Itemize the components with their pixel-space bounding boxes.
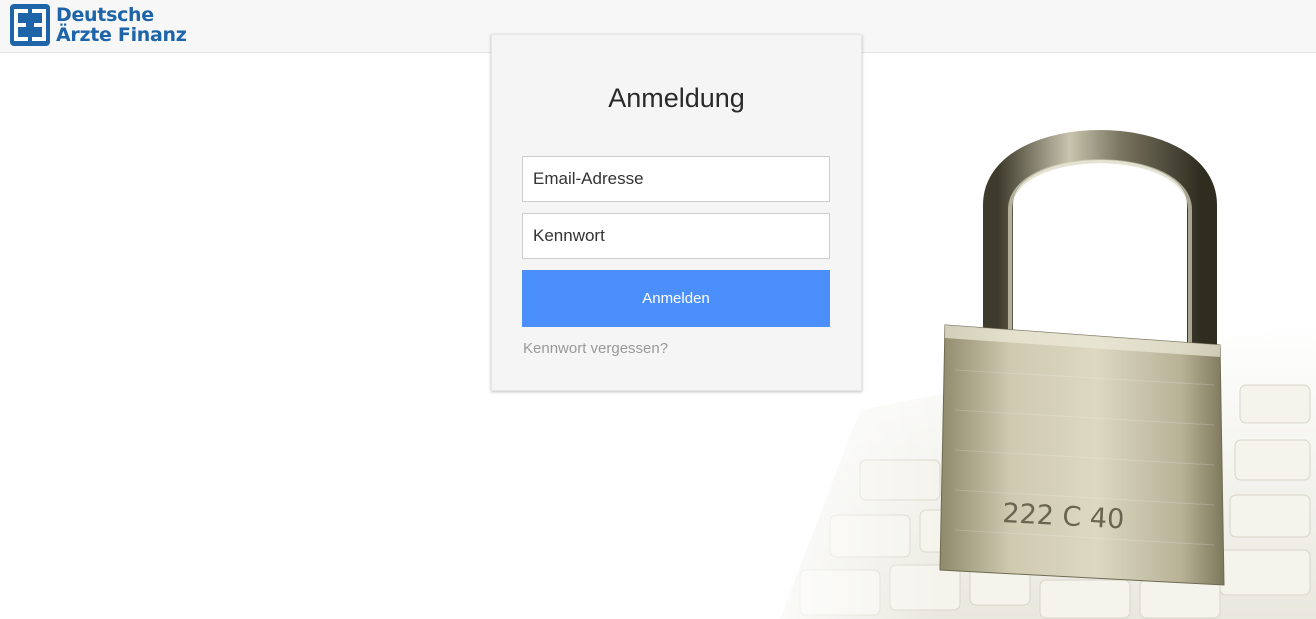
brand-line2: Ärzte Finanz	[56, 24, 187, 46]
login-title: Anmeldung	[608, 83, 745, 113]
logo-icon	[10, 4, 50, 46]
brand-name: Deutsche Ärzte Finanz	[56, 5, 187, 45]
email-field[interactable]	[522, 156, 830, 202]
password-field[interactable]	[522, 213, 830, 259]
padlock-code: 222 C 40	[1002, 498, 1125, 535]
login-card: Anmeldung Anmelden Kennwort vergessen?	[491, 34, 862, 391]
forgot-password-link[interactable]: Kennwort vergessen?	[523, 340, 668, 357]
brand-logo[interactable]: Deutsche Ärzte Finanz	[10, 4, 187, 46]
login-button[interactable]: Anmelden	[522, 270, 830, 327]
brand-line1: Deutsche	[56, 4, 154, 26]
